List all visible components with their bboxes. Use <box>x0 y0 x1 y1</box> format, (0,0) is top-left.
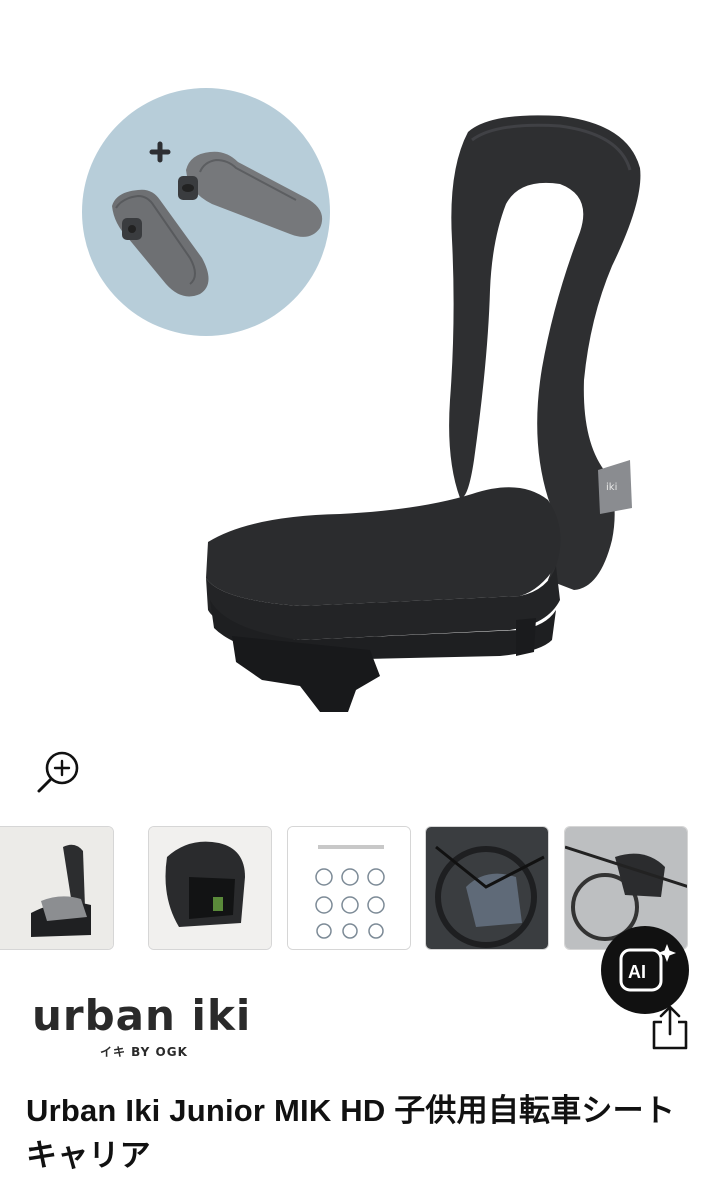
brand-name: urban iki <box>32 991 251 1040</box>
share-button[interactable] <box>648 1004 692 1052</box>
ai-assistant-button[interactable]: AI <box>601 926 689 1014</box>
ai-sparkle-icon: AI <box>619 944 676 992</box>
share-icon <box>652 1005 688 1050</box>
svg-text:iki: iki <box>606 482 617 493</box>
ai-button-label: AI <box>628 962 646 982</box>
product-main-image[interactable]: iki <box>0 0 715 740</box>
thumbnail-1[interactable] <box>0 826 114 950</box>
product-title: Urban Iki Junior MIK HD 子供用自転車シートキャリア <box>26 1093 676 1173</box>
zoom-button[interactable] <box>34 746 84 796</box>
brand-tagline: イキ BY OGK <box>100 1045 188 1059</box>
thumbnail-2[interactable] <box>148 826 272 950</box>
thumbnail-3[interactable] <box>287 826 411 950</box>
child-bike-seat-image: iki <box>206 115 641 712</box>
zoom-in-icon <box>37 751 79 793</box>
brand-logo[interactable]: urban iki イキ BY OGK <box>30 990 260 1062</box>
thumbnail-4[interactable] <box>425 826 549 950</box>
